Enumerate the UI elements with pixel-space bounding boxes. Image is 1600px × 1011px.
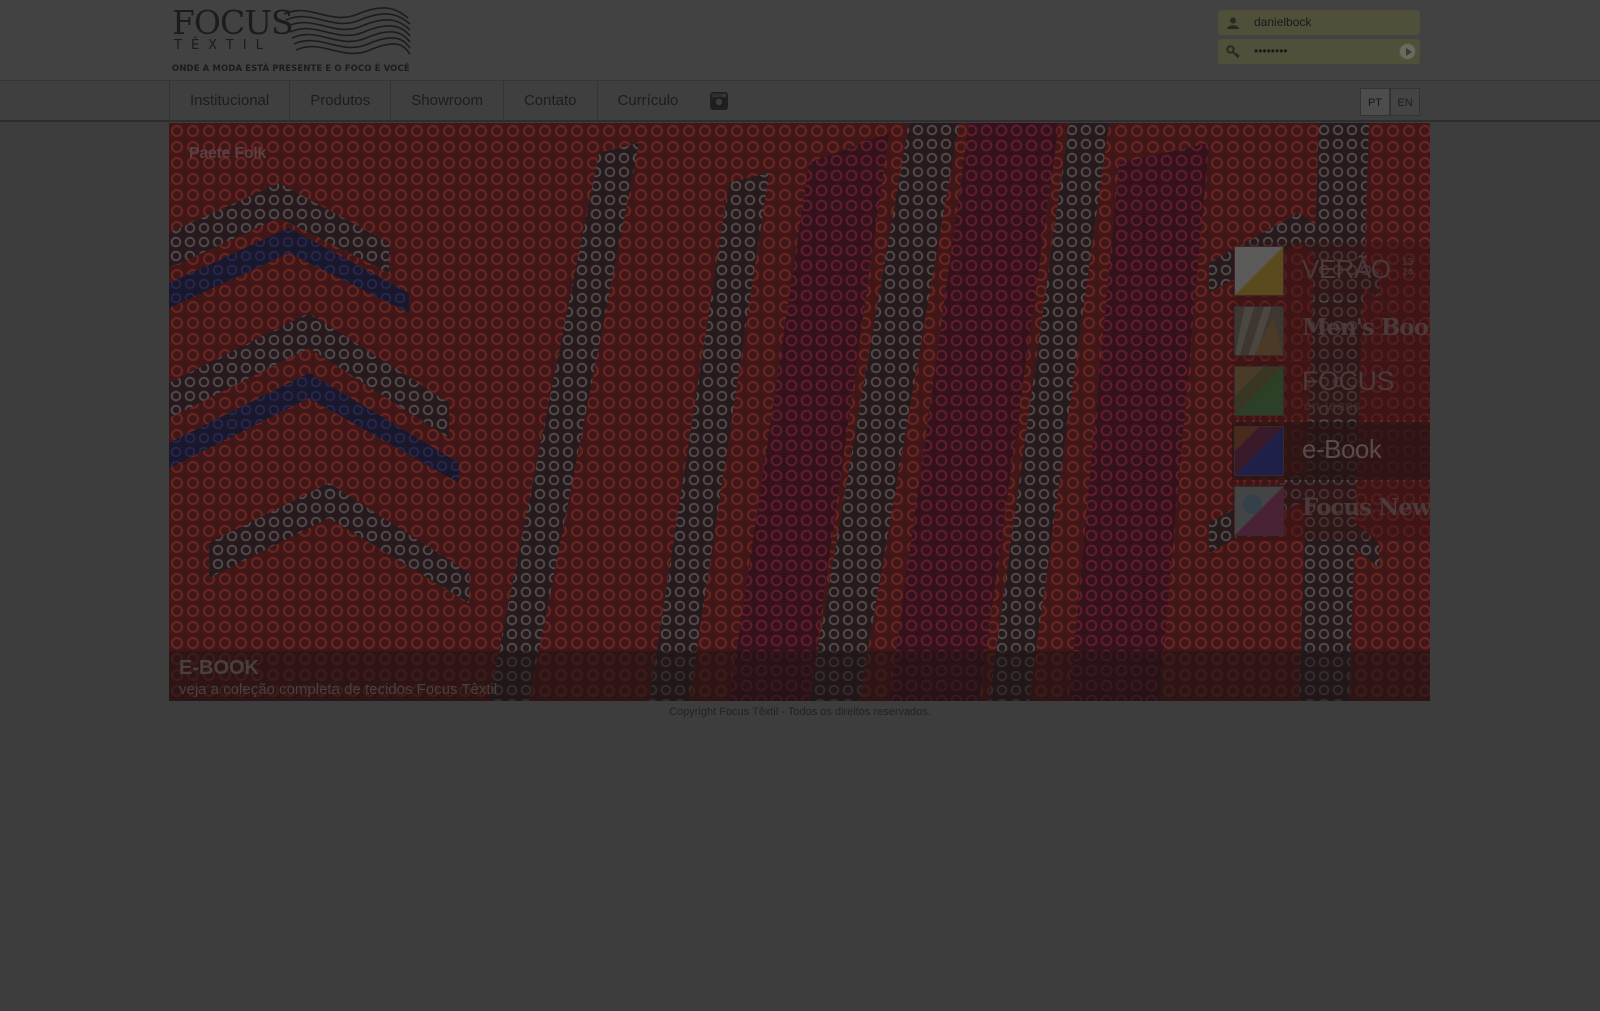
user-icon <box>1227 17 1239 29</box>
mens-book-thumbnail <box>1234 306 1284 356</box>
caption-title: E-BOOK <box>179 657 259 679</box>
site-header: FOCUS TÊXTIL ONDE A MODA ESTÁ PRESENTE E… <box>0 0 1600 80</box>
logo-waves-icon <box>283 7 411 55</box>
focus-news-thumbnail <box>1234 486 1284 536</box>
language-switcher: PT EN <box>1360 88 1420 116</box>
lang-pt-button[interactable]: PT <box>1360 88 1390 116</box>
collection-ebook[interactable]: e-Book <box>1232 422 1430 480</box>
logo-wordmark: FOCUS <box>172 3 294 42</box>
collection-mens-book[interactable]: Men's Book <box>1232 302 1430 360</box>
verao-season: 13 14 <box>1402 257 1414 278</box>
focus-on-jeans-label: FOCUS <box>1302 366 1395 396</box>
login-form: danielbock •••••••• <box>1218 10 1420 67</box>
collection-focus-on-jeans[interactable]: FOCUS on jeans <box>1232 362 1430 420</box>
hero-title: Paete Folk <box>189 145 267 162</box>
username-value: danielbock <box>1254 15 1312 29</box>
nav-item-showroom[interactable]: Showroom <box>390 81 503 121</box>
password-value: •••••••• <box>1254 44 1288 58</box>
nav-item-contato[interactable]: Contato <box>502 81 597 121</box>
focus-textil-logo[interactable]: FOCUS TÊXTIL ONDE A MODA ESTÁ PRESENTE E… <box>172 4 412 76</box>
hero-banner[interactable]: Paete Folk VERÃO 13 14 Men's Book FOCUS … <box>169 123 1430 701</box>
caption-subtitle: veja a coleção completa de tecidos Focus… <box>179 681 498 698</box>
lang-en-button[interactable]: EN <box>1390 88 1420 116</box>
key-icon <box>1226 45 1240 59</box>
verao-thumbnail <box>1234 246 1284 296</box>
footer-copyright: Copyright Focus Têxtil - Todos os direit… <box>669 706 931 718</box>
ebook-thumbnail <box>1234 426 1284 476</box>
collection-verao[interactable]: VERÃO 13 14 <box>1232 242 1430 300</box>
nav-item-produtos[interactable]: Produtos <box>289 81 390 121</box>
focus-news-label: Focus News <box>1302 494 1430 521</box>
collection-menu: VERÃO 13 14 Men's Book FOCUS on jeans e-… <box>1232 242 1430 542</box>
focus-on-jeans-thumbnail <box>1234 366 1284 416</box>
focus-on-jeans-sub: on jeans <box>1304 398 1362 413</box>
instagram-camera-icon <box>710 92 729 110</box>
mens-book-label: Men's Book <box>1302 314 1430 341</box>
nav-item-institucional[interactable]: Institucional <box>169 81 289 121</box>
password-field[interactable]: •••••••• <box>1218 39 1420 64</box>
ebook-label: e-Book <box>1302 434 1382 464</box>
logo-subtitle: TÊXTIL <box>174 38 272 53</box>
instagram-link[interactable] <box>698 81 740 121</box>
username-field[interactable]: danielbock <box>1218 10 1420 35</box>
hero-caption: E-BOOK veja a coleção completa de tecido… <box>169 651 1430 701</box>
nav-item-curriculo[interactable]: Currículo <box>596 81 699 121</box>
collection-focus-news[interactable]: Focus News <box>1232 482 1430 540</box>
logo-tagline: ONDE A MODA ESTÁ PRESENTE E O FOCO É VOC… <box>172 64 410 74</box>
login-submit-button[interactable] <box>1399 43 1416 60</box>
main-nav: Institucional Produtos Showroom Contato … <box>0 80 1600 122</box>
verao-label: VERÃO <box>1302 254 1391 284</box>
